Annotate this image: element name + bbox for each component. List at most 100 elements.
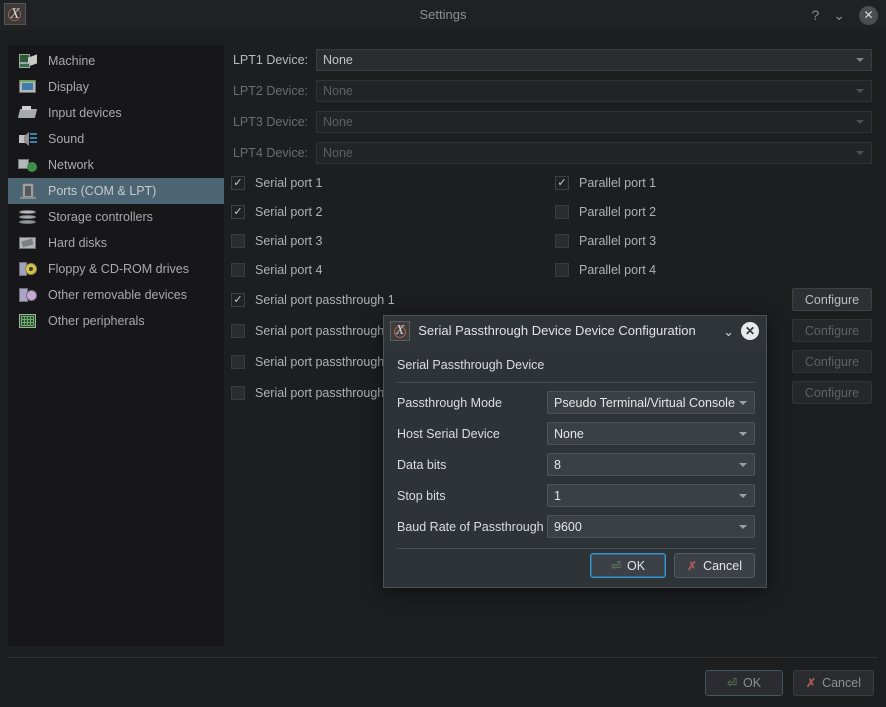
- hard-disks-icon: [18, 234, 38, 252]
- lpt4-row: LPT4 Device: None: [224, 142, 874, 164]
- parallel-port-4-checkbox[interactable]: ✓ Parallel port 4: [555, 260, 656, 280]
- passthrough-mode-select[interactable]: Pseudo Terminal/Virtual Console: [547, 391, 755, 414]
- sidebar-item-machine[interactable]: Machine: [8, 48, 224, 74]
- passthrough-mode-value: Pseudo Terminal/Virtual Console: [554, 395, 735, 410]
- lpt4-device-value: None: [323, 146, 353, 160]
- configure-passthrough-3-button[interactable]: Configure: [792, 350, 872, 373]
- help-icon[interactable]: ?: [811, 8, 819, 22]
- configure-passthrough-1-button[interactable]: Configure: [792, 288, 872, 311]
- cancel-button[interactable]: ✗ Cancel: [793, 670, 874, 696]
- sidebar-item-removable-devices[interactable]: Other removable devices: [8, 282, 224, 308]
- dialog-section-title: Serial Passthrough Device: [397, 358, 545, 372]
- parallel-port-2-label: Parallel port 2: [579, 205, 657, 219]
- checkmark-icon: ✓: [231, 205, 245, 219]
- checkbox-empty-icon: ✓: [231, 386, 245, 400]
- parallel-port-1-checkbox[interactable]: ✓ Parallel port 1: [555, 173, 656, 193]
- baud-rate-label: Baud Rate of Passthrough: [397, 519, 544, 534]
- ok-button[interactable]: ⏎ OK: [705, 670, 784, 696]
- sidebar-item-label: Floppy & CD-ROM drives: [48, 262, 189, 276]
- window-titlebar: X Settings ? ⌄ ✕: [0, 0, 886, 30]
- dialog-titlebar: X Serial Passthrough Device Device Confi…: [384, 316, 766, 346]
- checkbox-empty-icon: ✓: [231, 324, 245, 338]
- serial-port-1-label: Serial port 1: [255, 176, 323, 190]
- sidebar-item-label: Ports (COM & LPT): [48, 184, 157, 198]
- serial-passthrough-dialog: X Serial Passthrough Device Device Confi…: [383, 315, 767, 588]
- lpt4-label: LPT4 Device:: [232, 146, 308, 160]
- chevron-down-icon: [856, 89, 864, 93]
- sound-icon: [18, 130, 38, 148]
- ok-button-label: OK: [743, 676, 762, 690]
- dialog-title: Serial Passthrough Device Device Configu…: [418, 323, 696, 338]
- serial-port-3-checkbox[interactable]: ✓ Serial port 3: [231, 231, 322, 251]
- lpt2-device-select[interactable]: None: [316, 80, 872, 102]
- serial-passthrough-4-checkbox[interactable]: ✓ Serial port passthrough 4: [231, 383, 395, 403]
- serial-port-4-label: Serial port 4: [255, 263, 323, 277]
- floppy-cdrom-icon: [18, 260, 38, 278]
- stop-bits-select[interactable]: 1: [547, 484, 755, 507]
- sidebar-item-floppy-cdrom[interactable]: Floppy & CD-ROM drives: [8, 256, 224, 282]
- serial-passthrough-1-checkbox[interactable]: ✓ Serial port passthrough 1: [231, 290, 395, 310]
- serial-port-2-checkbox[interactable]: ✓ Serial port 2: [231, 202, 322, 222]
- chevron-down-icon[interactable]: ⌄: [833, 8, 845, 22]
- window-title: Settings: [419, 7, 467, 22]
- lpt4-device-select[interactable]: None: [316, 142, 872, 164]
- checkbox-empty-icon: ✓: [555, 205, 569, 219]
- checkmark-icon: ✓: [231, 176, 245, 190]
- lpt1-device-select[interactable]: None: [316, 49, 872, 71]
- sidebar-item-label: Hard disks: [48, 236, 108, 250]
- storage-controllers-icon: [18, 208, 38, 226]
- sidebar-item-other-peripherals[interactable]: Other peripherals: [8, 308, 224, 334]
- chevron-down-icon: [739, 431, 747, 436]
- checkmark-icon: ✓: [231, 293, 245, 307]
- sidebar-item-ports[interactable]: Ports (COM & LPT): [8, 178, 224, 204]
- sidebar-item-hard-disks[interactable]: Hard disks: [8, 230, 224, 256]
- sidebar-item-storage-controllers[interactable]: Storage controllers: [8, 204, 224, 230]
- chevron-down-icon: [739, 524, 747, 529]
- dialog-buttons: ⏎ OK ✗ Cancel: [590, 553, 755, 578]
- chevron-down-icon: [739, 493, 747, 498]
- checkbox-empty-icon: ✓: [231, 263, 245, 277]
- serial-port-4-checkbox[interactable]: ✓ Serial port 4: [231, 260, 322, 280]
- host-serial-device-label: Host Serial Device: [397, 426, 500, 441]
- sidebar-item-display[interactable]: Display: [8, 74, 224, 100]
- sidebar-item-label: Input devices: [48, 106, 122, 120]
- serial-passthrough-1-label: Serial port passthrough 1: [255, 293, 395, 307]
- lpt1-label: LPT1 Device:: [232, 53, 308, 67]
- serial-passthrough-3-checkbox[interactable]: ✓ Serial port passthrough 3: [231, 352, 395, 372]
- close-icon[interactable]: ✕: [741, 322, 759, 340]
- passthrough-mode-label: Passthrough Mode: [397, 395, 502, 410]
- sidebar-item-network[interactable]: Network: [8, 152, 224, 178]
- lpt3-device-value: None: [323, 115, 353, 129]
- checkbox-empty-icon: ✓: [555, 234, 569, 248]
- data-bits-label: Data bits: [397, 457, 447, 472]
- sidebar-item-sound[interactable]: Sound: [8, 126, 224, 152]
- parallel-port-3-checkbox[interactable]: ✓ Parallel port 3: [555, 231, 656, 251]
- parallel-port-2-checkbox[interactable]: ✓ Parallel port 2: [555, 202, 656, 222]
- serial-passthrough-2-checkbox[interactable]: ✓ Serial port passthrough 2: [231, 321, 395, 341]
- sidebar-item-input-devices[interactable]: Input devices: [8, 100, 224, 126]
- lpt2-device-value: None: [323, 84, 353, 98]
- lpt2-label: LPT2 Device:: [232, 84, 308, 98]
- stop-bits-value: 1: [554, 488, 561, 503]
- data-bits-select[interactable]: 8: [547, 453, 755, 476]
- network-icon: [18, 156, 38, 174]
- chevron-down-icon: [739, 462, 747, 467]
- passthrough-mode-label-row: Passthrough Mode: [397, 391, 502, 414]
- sidebar-item-label: Other peripherals: [48, 314, 145, 328]
- dialog-cancel-label: Cancel: [703, 558, 742, 573]
- host-serial-device-select[interactable]: None: [547, 422, 755, 445]
- dialog-ok-button[interactable]: ⏎ OK: [590, 553, 667, 578]
- sidebar-item-label: Other removable devices: [48, 288, 187, 302]
- configure-passthrough-4-button[interactable]: Configure: [792, 381, 872, 404]
- sidebar-item-label: Display: [48, 80, 89, 94]
- settings-window: X Settings ? ⌄ ✕ Machine Display Input d…: [0, 0, 886, 707]
- cancel-x-icon: ✗: [687, 558, 698, 573]
- serial-port-1-checkbox[interactable]: ✓ Serial port 1: [231, 173, 322, 193]
- window-footer-buttons: ⏎ OK ✗ Cancel: [705, 670, 874, 696]
- configure-passthrough-2-button[interactable]: Configure: [792, 319, 872, 342]
- chevron-down-icon[interactable]: ⌄: [723, 324, 734, 340]
- baud-rate-select[interactable]: 9600: [547, 515, 755, 538]
- lpt3-device-select[interactable]: None: [316, 111, 872, 133]
- dialog-cancel-button[interactable]: ✗ Cancel: [674, 553, 755, 578]
- close-icon[interactable]: ✕: [859, 5, 878, 25]
